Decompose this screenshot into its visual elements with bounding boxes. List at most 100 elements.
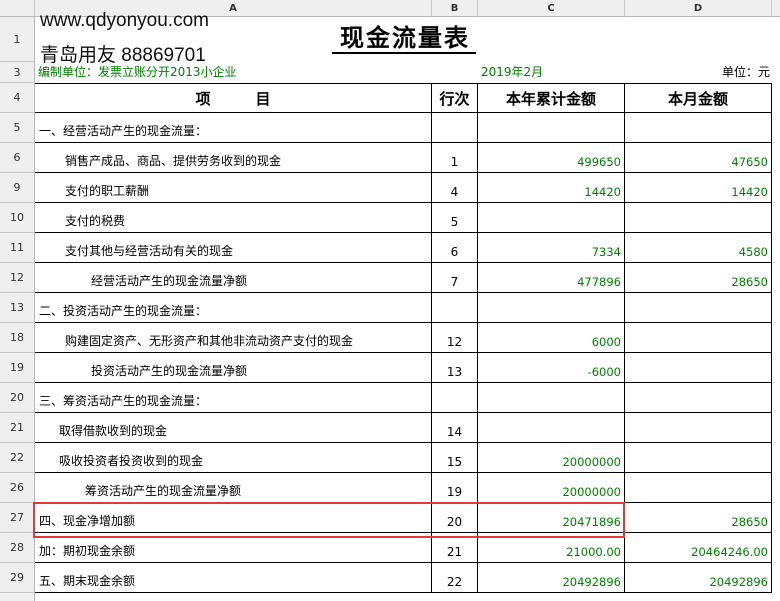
item-cell[interactable]: 购建固定资产、无形资产和其他非流动资产支付的现金 [35, 323, 432, 353]
item-cell[interactable]: 取得借款收到的现金 [35, 413, 432, 443]
item-cell[interactable]: 吸收投资者投资收到的现金 [35, 443, 432, 473]
line-no-cell[interactable]: 14 [432, 413, 478, 443]
ytd-amount-cell[interactable]: 20000000 [478, 473, 625, 503]
ytd-amount-cell[interactable]: 499650 [478, 143, 625, 173]
line-no-cell[interactable]: 5 [432, 203, 478, 233]
row-header[interactable]: 28 [0, 533, 35, 563]
month-amount-cell[interactable] [625, 113, 772, 143]
item-cell[interactable]: 三、筹资活动产生的现金流量： [35, 383, 432, 413]
item-cell[interactable]: 筹资活动产生的现金流量净额 [35, 473, 432, 503]
row-header[interactable]: 27 [0, 503, 35, 533]
header-month[interactable]: 本月金额 [625, 83, 772, 113]
month-amount-cell[interactable] [625, 383, 772, 413]
ytd-amount-cell[interactable]: 6000 [478, 323, 625, 353]
ytd-amount-cell[interactable]: -6000 [478, 353, 625, 383]
month-amount-cell[interactable]: 14420 [625, 173, 772, 203]
row-header[interactable]: 1 [0, 17, 35, 62]
ytd-amount-cell[interactable] [478, 203, 625, 233]
line-no-cell[interactable] [432, 383, 478, 413]
select-all-corner[interactable] [0, 0, 35, 17]
company-cell[interactable]: 编制单位：发票立账分开2013小企业 [38, 62, 432, 83]
row-header[interactable]: 13 [0, 293, 35, 323]
row-header[interactable]: 20 [0, 383, 35, 413]
line-no-cell[interactable]: 4 [432, 173, 478, 203]
ytd-amount-cell[interactable] [478, 293, 625, 323]
item-cell[interactable]: 支付其他与经营活动有关的现金 [35, 233, 432, 263]
item-cell[interactable]: 五、期末现金余额 [35, 563, 432, 593]
row-header[interactable]: 3 [0, 62, 35, 83]
item-cell[interactable]: 四、现金净增加额 [35, 503, 432, 533]
line-no-cell[interactable]: 6 [432, 233, 478, 263]
row-header[interactable]: 11 [0, 233, 35, 263]
month-amount-cell[interactable]: 20464246.00 [625, 533, 772, 563]
line-no-cell[interactable] [432, 293, 478, 323]
row-header[interactable]: 29 [0, 563, 35, 593]
line-no-cell[interactable]: 1 [432, 143, 478, 173]
header-line-no[interactable]: 行次 [432, 83, 478, 113]
line-no-cell[interactable]: 15 [432, 443, 478, 473]
ytd-amount-cell[interactable]: 21000.00 [478, 533, 625, 563]
ytd-amount-cell[interactable] [478, 413, 625, 443]
ytd-amount-cell[interactable] [478, 383, 625, 413]
ytd-amount-cell[interactable]: 20000000 [478, 443, 625, 473]
period-cell[interactable]: 2019年2月 [481, 62, 621, 83]
report-title: 现金流量表 [340, 24, 470, 52]
line-no-cell[interactable]: 20 [432, 503, 478, 533]
month-amount-cell[interactable] [625, 293, 772, 323]
column-header-d[interactable]: D [625, 0, 772, 17]
month-amount-cell[interactable] [625, 413, 772, 443]
ytd-amount-cell[interactable]: 20492896 [478, 563, 625, 593]
unit-cell[interactable]: 单位：元 [625, 62, 772, 83]
row-header[interactable]: 5 [0, 113, 35, 143]
item-cell[interactable]: 经营活动产生的现金流量净额 [35, 263, 432, 293]
ytd-amount-cell[interactable] [478, 113, 625, 143]
column-header-e[interactable] [772, 0, 780, 17]
month-amount-cell[interactable] [625, 473, 772, 503]
row-header[interactable]: 6 [0, 143, 35, 173]
title-underline [332, 52, 476, 54]
month-amount-cell[interactable] [625, 323, 772, 353]
item-cell[interactable]: 支付的税费 [35, 203, 432, 233]
column-header-b[interactable]: B [432, 0, 478, 17]
row-header[interactable]: 9 [0, 173, 35, 203]
row-header[interactable]: 21 [0, 413, 35, 443]
row-header[interactable]: 18 [0, 323, 35, 353]
line-no-cell[interactable]: 13 [432, 353, 478, 383]
header-item[interactable]: 项 目 [35, 83, 432, 113]
month-amount-cell[interactable] [625, 443, 772, 473]
line-no-cell[interactable]: 21 [432, 533, 478, 563]
month-amount-cell[interactable]: 4580 [625, 233, 772, 263]
spreadsheet: A B C D 1 3 4 5 6 9 10 11 12 13 18 19 20… [0, 0, 780, 601]
ytd-amount-cell[interactable]: 14420 [478, 173, 625, 203]
line-no-cell[interactable]: 12 [432, 323, 478, 353]
ytd-amount-cell[interactable]: 477896 [478, 263, 625, 293]
line-no-cell[interactable] [432, 113, 478, 143]
month-amount-cell[interactable]: 28650 [625, 263, 772, 293]
item-cell[interactable]: 二、投资活动产生的现金流量： [35, 293, 432, 323]
row-header[interactable]: 19 [0, 353, 35, 383]
watermark-url: www.qdyonyou.com [40, 10, 209, 31]
line-no-cell[interactable]: 22 [432, 563, 478, 593]
item-cell[interactable]: 销售产成品、商品、提供劳务收到的现金 [35, 143, 432, 173]
line-no-cell[interactable]: 7 [432, 263, 478, 293]
header-ytd[interactable]: 本年累计金额 [478, 83, 625, 113]
item-cell[interactable]: 加：期初现金余额 [35, 533, 432, 563]
month-amount-cell[interactable] [625, 203, 772, 233]
month-amount-cell[interactable]: 20492896 [625, 563, 772, 593]
ytd-amount-cell[interactable]: 7334 [478, 233, 625, 263]
item-cell[interactable]: 投资活动产生的现金流量净额 [35, 353, 432, 383]
item-cell[interactable]: 一、经营活动产生的现金流量： [35, 113, 432, 143]
row-header[interactable]: 12 [0, 263, 35, 293]
item-cell[interactable]: 支付的职工薪酬 [35, 173, 432, 203]
month-amount-cell[interactable]: 28650 [625, 503, 772, 533]
row-header[interactable]: 22 [0, 443, 35, 473]
row-header[interactable]: 4 [0, 83, 35, 113]
row-header[interactable] [0, 593, 35, 601]
row-header[interactable]: 10 [0, 203, 35, 233]
ytd-amount-cell[interactable]: 20471896 [478, 503, 625, 533]
month-amount-cell[interactable]: 47650 [625, 143, 772, 173]
month-amount-cell[interactable] [625, 353, 772, 383]
row-header[interactable]: 26 [0, 473, 35, 503]
column-header-c[interactable]: C [478, 0, 625, 17]
line-no-cell[interactable]: 19 [432, 473, 478, 503]
